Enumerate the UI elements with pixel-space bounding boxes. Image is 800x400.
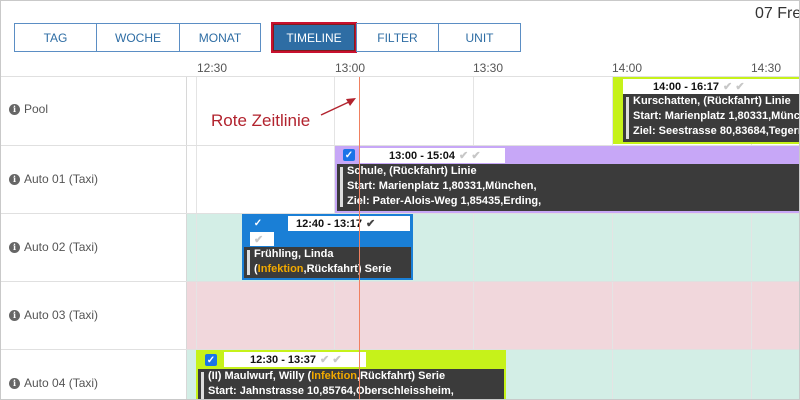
event-time-text: 12:30 - 13:37 — [250, 353, 317, 366]
current-time-annotation: Rote Zeitlinie — [211, 111, 311, 130]
event-pool[interactable]: 14:00 - 16:17 ✔ ✔ Kurschatten, (Rückfahr… — [613, 77, 800, 144]
row-band-auto03 — [186, 282, 799, 349]
infection-label: Infektion — [311, 370, 358, 382]
check-icon: ✔ — [366, 218, 376, 230]
row-divider — [1, 281, 799, 282]
scheduler-frame: 07 Fre TAG WOCHE MONAT TIMELINE FILTER U… — [0, 0, 800, 400]
date-header: 07 Fre — [755, 5, 800, 22]
grid-line — [186, 77, 187, 399]
event-title: (II) Maulwurf, Willy (Infektion,Rückfahr… — [208, 369, 504, 384]
view-timeline-button[interactable]: TIMELINE — [271, 22, 357, 53]
current-time-line — [359, 77, 360, 399]
tick-label: 13:30 — [473, 61, 504, 75]
event-time-text: 13:00 - 15:04 — [389, 149, 456, 162]
infection-label: Infektion — [257, 263, 304, 275]
event-title-rest: ,Rückfahrt) Serie — [357, 370, 446, 382]
event-title: Frühling, Linda — [254, 248, 334, 260]
event-details: (II) Maulwurf, Willy (Infektion,Rückfahr… — [198, 369, 504, 399]
info-icon[interactable]: i — [9, 377, 20, 389]
event-time: 14:00 - 16:17 ✔ ✔ — [623, 79, 799, 94]
view-tag-button[interactable]: TAG — [14, 23, 97, 52]
check-icon: ✔ — [254, 233, 264, 246]
event-destination: Ziel: Seestrasse 80,83684,Tegern — [633, 125, 800, 137]
event-time: 13:00 - 15:04 ✔ ✔ — [359, 148, 505, 163]
row-label-auto01: i Auto 01 (Taxi) — [9, 172, 98, 186]
event-auto02[interactable]: ✓ 12:40 - 13:17 ✔ ✔ Frühling, Linda (Inf… — [242, 214, 413, 280]
row-label-text: Auto 02 (Taxi) — [24, 240, 99, 254]
event-time: 12:30 - 13:37 ✔ ✔ — [224, 352, 366, 367]
row-label-auto04: i Auto 04 (Taxi) — [9, 376, 98, 390]
event-info: (Infektion,Rückfahrt) Serie — [254, 262, 411, 277]
event-status-bar — [340, 167, 343, 207]
view-monat-button[interactable]: MONAT — [179, 23, 261, 52]
event-auto04[interactable]: ✓ 12:30 - 13:37 ✔ ✔ (II) Maulwurf, Willy… — [196, 350, 506, 399]
check-icon: ✔ ✔ — [723, 81, 745, 93]
tick-label: 13:00 — [335, 61, 366, 75]
view-woche-button[interactable]: WOCHE — [96, 23, 180, 52]
info-icon[interactable]: i — [9, 309, 20, 321]
tick-label: 14:00 — [612, 61, 643, 75]
tick-label: 12:30 — [197, 61, 228, 75]
event-details: Schule, (Rückfahrt) Linie Start: Marienp… — [337, 164, 799, 211]
event-auto01[interactable]: ✓ 13:00 - 15:04 ✔ ✔ Schule, (Rückfahrt) … — [335, 146, 799, 213]
checkbox-checked-icon[interactable]: ✓ — [205, 354, 217, 366]
checkbox-checked-icon[interactable]: ✓ — [343, 149, 355, 161]
event-time-text: 12:40 - 13:17 — [296, 217, 363, 230]
event-start: Start: Jahnstrasse 10,85764,Oberschleiss… — [208, 385, 454, 397]
info-icon[interactable]: i — [9, 173, 20, 185]
event-start: Start: Marienplatz 1,80331,München, — [633, 110, 800, 122]
view-unit-button[interactable]: UNIT — [438, 23, 521, 52]
event-start: Start: Marienplatz 1,80331,München, — [347, 180, 537, 192]
checkbox-checked-icon[interactable]: ✓ — [252, 217, 264, 229]
arrow-icon — [320, 98, 356, 116]
info-icon[interactable]: i — [9, 241, 20, 253]
row-label-text: Auto 03 (Taxi) — [24, 308, 99, 322]
row-label-text: Pool — [24, 102, 49, 116]
row-label-auto02: i Auto 02 (Taxi) — [9, 240, 98, 254]
event-status-box: ✔ — [250, 232, 274, 246]
event-status-bar — [247, 250, 250, 275]
event-time: 12:40 - 13:17 ✔ — [288, 216, 410, 231]
row-label-pool: i Pool — [9, 102, 48, 116]
event-title-pre: (II) Maulwurf, Willy ( — [208, 370, 312, 382]
event-title: Schule, (Rückfahrt) Linie — [347, 165, 477, 177]
check-icon: ✔ ✔ — [459, 150, 481, 162]
row-label-auto03: i Auto 03 (Taxi) — [9, 308, 98, 322]
tick-label: 14:30 — [751, 61, 782, 75]
event-status-bar — [626, 97, 629, 139]
event-details: Kurschatten, (Rückfahrt) Linie Start: Ma… — [623, 94, 800, 142]
row-label-text: Auto 04 (Taxi) — [24, 376, 99, 390]
check-icon: ✔ ✔ — [320, 354, 342, 366]
event-destination: Ziel: Pater-Alois-Weg 1,85435,Erding, — [347, 195, 542, 207]
event-status-bar — [201, 372, 204, 399]
info-icon[interactable]: i — [9, 103, 20, 115]
view-filter-button[interactable]: FILTER — [356, 23, 439, 52]
event-info-rest: ,Rückfahrt) Serie — [303, 263, 392, 275]
row-label-text: Auto 01 (Taxi) — [24, 172, 99, 186]
event-time-text: 14:00 - 16:17 — [653, 80, 720, 93]
event-details: Frühling, Linda (Infektion,Rückfahrt) Se… — [244, 247, 411, 278]
event-title: Kurschatten, (Rückfahrt) Linie — [633, 95, 791, 107]
